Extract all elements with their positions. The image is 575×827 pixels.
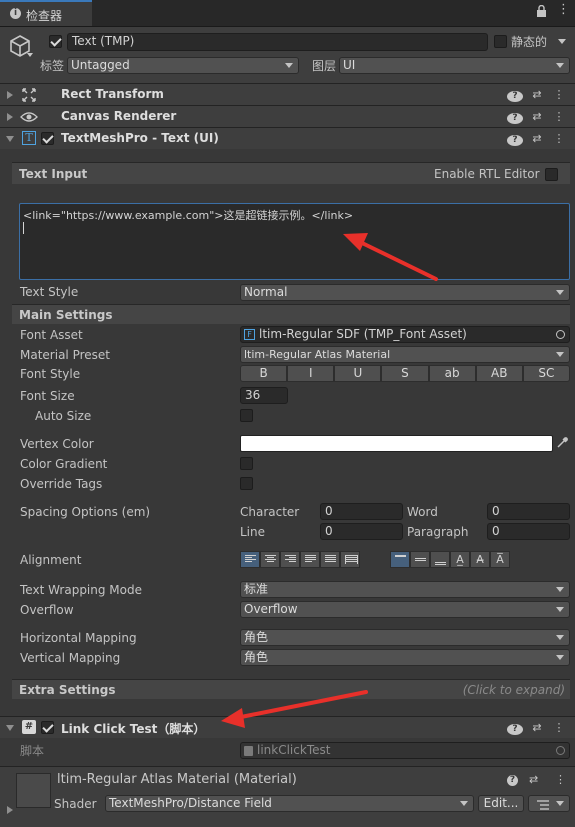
- arrow-to-link-click-test: [221, 690, 368, 728]
- arrow-to-text-input: [343, 233, 438, 281]
- annotation-arrows: [221, 233, 438, 728]
